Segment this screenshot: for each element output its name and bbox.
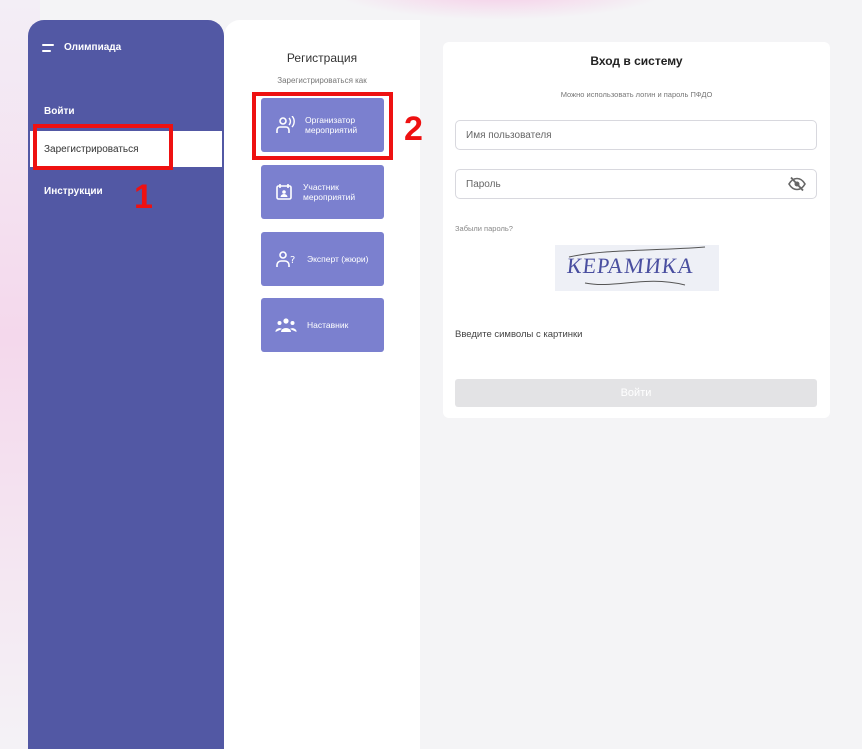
login-title: Вход в систему [590, 54, 683, 68]
svg-text:?: ? [290, 255, 295, 266]
role-participant-label: Участник мероприятий [303, 182, 356, 202]
login-card: Вход в систему Можно использовать логин … [443, 42, 830, 418]
captcha-image: КЕРАМИКА [555, 245, 719, 291]
expert-icon: ? [276, 251, 295, 267]
participant-icon [276, 184, 292, 200]
menu-icon[interactable] [42, 43, 54, 52]
forgot-password-link[interactable]: Забыли пароль? [455, 224, 513, 233]
annotation-number-2: 2 [404, 110, 423, 148]
registration-subtitle: Зарегистрироваться как [277, 76, 367, 85]
mentor-icon [275, 318, 297, 332]
sidebar-item-login[interactable]: Войти [44, 106, 75, 117]
annotation-number-1: 1 [134, 178, 153, 216]
login-hint: Можно использовать логин и пароль ПФДО [560, 90, 713, 99]
sidebar-header[interactable]: Олимпиада [42, 42, 121, 53]
role-expert-label: Эксперт (жюри) [307, 254, 369, 264]
annotation-box-1 [33, 124, 173, 170]
page-background-decoration [330, 0, 670, 20]
password-input[interactable] [455, 169, 817, 199]
captcha-text: КЕРАМИКА [565, 253, 696, 278]
role-expert-button[interactable]: ? Эксперт (жюри) [261, 232, 384, 286]
annotation-box-2 [252, 92, 393, 160]
sidebar-item-instructions[interactable]: Инструкции [44, 186, 103, 197]
registration-title: Регистрация [286, 51, 358, 65]
sidebar-title: Олимпиада [64, 42, 122, 53]
username-input[interactable] [455, 120, 817, 150]
role-participant-button[interactable]: Участник мероприятий [261, 165, 384, 219]
eye-off-icon[interactable] [788, 176, 806, 192]
role-mentor-label: Наставник [307, 320, 349, 330]
role-mentor-button[interactable]: Наставник [261, 298, 384, 352]
captcha-label: Введите символы с картинки [455, 329, 583, 340]
login-submit-button[interactable]: Войти [455, 379, 817, 407]
